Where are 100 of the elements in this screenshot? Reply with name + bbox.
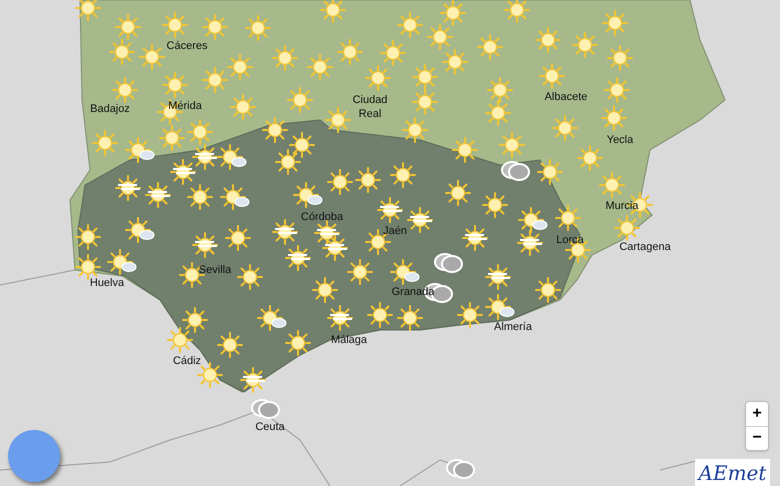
- sun-icon: [320, 0, 346, 23]
- logo-text: AEmet: [698, 462, 766, 482]
- sun-icon: [442, 49, 468, 75]
- sun-icon: [535, 27, 561, 53]
- cloud-icon: [249, 397, 281, 419]
- sun-icon: [604, 77, 630, 103]
- sun-icon: [227, 54, 253, 80]
- sun-icon: [477, 34, 503, 60]
- sun-icon: [367, 302, 393, 328]
- sun-icon: [347, 259, 373, 285]
- sun-icon: [307, 54, 333, 80]
- sun-icon: [272, 45, 298, 71]
- city-label: Málaga: [330, 333, 368, 347]
- sun-with-cloud-icon: [217, 144, 247, 170]
- sun-icon: [440, 0, 466, 26]
- sun-with-fog-icon: [462, 225, 488, 251]
- sun-icon: [412, 64, 438, 90]
- sun-icon: [327, 169, 353, 195]
- sun-with-cloud-icon: [518, 207, 548, 233]
- sun-icon: [365, 65, 391, 91]
- sun-icon: [75, 224, 101, 250]
- sun-icon: [139, 44, 165, 70]
- sun-icon: [182, 307, 208, 333]
- sun-icon: [159, 125, 185, 151]
- sun-icon: [607, 45, 633, 71]
- sun-with-fog-icon: [285, 245, 311, 271]
- sun-icon: [202, 67, 228, 93]
- sun-icon: [397, 305, 423, 331]
- sun-icon: [397, 12, 423, 38]
- sun-icon: [577, 145, 603, 171]
- sun-with-cloud-icon: [485, 294, 515, 320]
- city-label: Murcia: [606, 199, 638, 213]
- sun-with-cloud-icon: [107, 249, 137, 275]
- sun-icon: [504, 0, 530, 23]
- sun-with-cloud-icon: [125, 217, 155, 243]
- sun-with-fog-icon: [322, 235, 348, 261]
- city-label: Cádiz: [172, 354, 202, 368]
- sun-icon: [355, 167, 381, 193]
- sun-icon: [539, 63, 565, 89]
- zoom-out-button[interactable]: −: [746, 426, 768, 450]
- sun-icon: [537, 159, 563, 185]
- sun-icon: [402, 117, 428, 143]
- sun-with-cloud-icon: [293, 182, 323, 208]
- sun-icon: [275, 149, 301, 175]
- zoom-in-button[interactable]: +: [746, 402, 768, 426]
- sun-with-fog-icon: [485, 264, 511, 290]
- city-label: Córdoba: [300, 210, 344, 224]
- sun-icon: [427, 24, 453, 50]
- sun-with-cloud-icon: [220, 184, 250, 210]
- sun-with-fog-icon: [145, 182, 171, 208]
- sun-icon: [245, 15, 271, 41]
- sun-with-cloud-icon: [125, 137, 155, 163]
- sun-icon: [230, 94, 256, 120]
- sun-icon: [457, 302, 483, 328]
- sun-with-cloud-icon: [390, 259, 420, 285]
- sun-icon: [262, 117, 288, 143]
- sun-icon: [109, 39, 135, 65]
- sun-icon: [167, 327, 193, 353]
- sun-with-fog-icon: [192, 144, 218, 170]
- sun-with-fog-icon: [517, 230, 543, 256]
- sun-icon: [452, 137, 478, 163]
- city-label: Sevilla: [198, 263, 232, 277]
- sun-icon: [599, 172, 625, 198]
- sun-icon: [287, 87, 313, 113]
- sun-icon: [289, 132, 315, 158]
- sun-with-fog-icon: [327, 305, 353, 331]
- sun-icon: [552, 115, 578, 141]
- sun-icon: [187, 184, 213, 210]
- cloud-icon: [444, 457, 476, 479]
- sun-with-fog-icon: [192, 232, 218, 258]
- city-label: Huelva: [90, 276, 124, 290]
- sun-with-cloud-icon: [257, 305, 287, 331]
- sun-icon: [112, 77, 138, 103]
- sun-with-fog-icon: [170, 159, 196, 185]
- sun-icon: [487, 77, 513, 103]
- sun-icon: [337, 39, 363, 65]
- sun-icon: [572, 32, 598, 58]
- sun-icon: [92, 130, 118, 156]
- city-label: Yecla: [606, 133, 634, 147]
- city-label: Jaén: [383, 224, 407, 238]
- sun-icon: [162, 72, 188, 98]
- sun-icon: [380, 40, 406, 66]
- sun-icon: [312, 277, 338, 303]
- sun-with-fog-icon: [272, 219, 298, 245]
- sun-icon: [485, 100, 511, 126]
- cloud-icon: [499, 159, 531, 181]
- sun-icon: [187, 119, 213, 145]
- sun-icon: [390, 162, 416, 188]
- sun-icon: [601, 105, 627, 131]
- sun-with-fog-icon: [407, 207, 433, 233]
- city-label: Ceuta: [255, 420, 285, 434]
- cloud-icon: [432, 251, 464, 273]
- sun-icon: [285, 330, 311, 356]
- city-label: Albacete: [544, 90, 588, 104]
- sun-icon: [602, 10, 628, 36]
- sun-icon: [202, 14, 228, 40]
- sun-icon: [499, 132, 525, 158]
- sun-icon: [225, 225, 251, 251]
- sun-icon: [162, 12, 188, 38]
- city-label: Cáceres: [166, 39, 208, 53]
